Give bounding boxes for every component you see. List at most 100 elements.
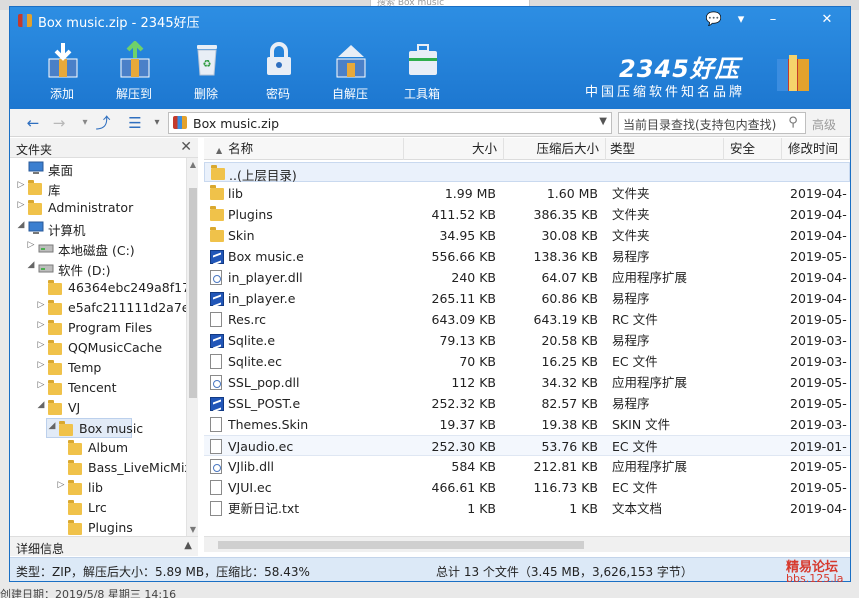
tree-item[interactable]: ▷ QQMusicCache	[36, 338, 180, 358]
column-header-1[interactable]: 大小	[404, 138, 504, 160]
password-button[interactable]: 密码	[250, 35, 306, 105]
cell-name: VJaudio.ec	[228, 439, 294, 454]
view-dropdown-icon[interactable]: ▾	[148, 114, 166, 132]
add-button[interactable]: 添加	[34, 35, 90, 105]
tree-expander-icon[interactable]: ◢	[26, 260, 36, 270]
tree-item[interactable]: ◢ 软件 (D:)	[26, 258, 180, 278]
tree-expander-icon[interactable]: ▷	[36, 340, 46, 350]
tree-item[interactable]: ▷ 本地磁盘 (C:)	[26, 238, 180, 258]
view-list-icon[interactable]: ☰	[126, 114, 144, 132]
tree-expander-icon[interactable]: ▷	[36, 300, 46, 310]
table-row[interactable]: VJaudio.ec 252.30 KB 53.76 KB EC 文件 2019-01-	[204, 435, 850, 456]
column-header-0[interactable]: ▲ 名称	[204, 138, 404, 160]
table-row[interactable]: SSL_POST.e 252.32 KB 82.57 KB 易程序 2019-05-	[204, 393, 850, 414]
table-row[interactable]: Themes.Skin 19.37 KB 19.38 KB SKIN 文件 2019-0…	[204, 414, 850, 435]
table-row[interactable]: Skin 34.95 KB 30.08 KB 文件夹 2019-04-	[204, 225, 850, 246]
scroll-up-icon[interactable]: ▲	[187, 160, 199, 169]
cell-type: EC 文件	[612, 480, 658, 495]
table-row[interactable]: lib 1.99 MB 1.60 MB 文件夹 2019-04-	[204, 183, 850, 204]
scrollbar-thumb[interactable]	[218, 541, 584, 549]
delete-button[interactable]: ♻ 删除	[178, 35, 234, 105]
tree-item[interactable]: ▷ 库	[16, 178, 180, 198]
search-input[interactable]: 当前目录查找(支持包内查找) ⚲	[618, 112, 806, 134]
column-header-4[interactable]: 安全	[724, 138, 782, 160]
extract-to-button[interactable]: 解压到	[106, 35, 162, 105]
column-header-3[interactable]: 类型	[606, 138, 724, 160]
list-hscrollbar[interactable]	[204, 536, 850, 552]
path-dropdown-icon[interactable]: ▼	[599, 116, 607, 127]
tree-expander-icon[interactable]: ▷	[56, 480, 66, 490]
column-header-5[interactable]: 修改时间	[782, 138, 850, 160]
tree-item[interactable]: Lrc	[56, 498, 180, 518]
advanced-search-link[interactable]: 高级	[812, 116, 836, 133]
column-header-2[interactable]: 压缩后大小	[504, 138, 606, 160]
dropdown-chevron-icon[interactable]: ▾	[76, 114, 94, 132]
scroll-down-icon[interactable]: ▼	[187, 525, 199, 534]
tree-item[interactable]: ▷ Temp	[36, 358, 180, 378]
table-row[interactable]: Res.rc 643.09 KB 643.19 KB RC 文件 2019-05-	[204, 309, 850, 330]
table-row[interactable]: SSL_pop.dll 112 KB 34.32 KB 应用程序扩展 2019-05-	[204, 372, 850, 393]
table-row[interactable]: Sqlite.ec 70 KB 16.25 KB EC 文件 2019-03-	[204, 351, 850, 372]
table-row[interactable]: in_player.e 265.11 KB 60.86 KB 易程序 2019-04-	[204, 288, 850, 309]
tree-item[interactable]: ◢ VJ	[36, 398, 180, 418]
table-row[interactable]: Box music.e 556.66 KB 138.36 KB 易程序 2019-05-	[204, 246, 850, 267]
column-label: 名称	[228, 141, 254, 156]
tree-item[interactable]: ▷ Tencent	[36, 378, 180, 398]
self-extract-button[interactable]: 自解压	[322, 35, 378, 105]
chevron-up-icon[interactable]: ▲	[184, 540, 192, 551]
cell-packed: 212.81 KB	[533, 459, 598, 474]
tree-expander-icon[interactable]: ▷	[36, 360, 46, 370]
toolbox-button[interactable]: 工具箱	[394, 35, 450, 105]
column-header: ▲ 名称 大小 压缩后大小 类型 安全 修改时间	[204, 138, 850, 160]
desktop-icon	[28, 161, 44, 175]
search-icon[interactable]: ⚲	[785, 115, 801, 131]
tree-item[interactable]: Bass_LiveMicMix	[56, 458, 186, 478]
cell-size: 70 KB	[459, 354, 496, 369]
up-folder-icon[interactable]: ⤴	[94, 114, 112, 132]
tree-scrollbar[interactable]: ▲ ▼	[186, 158, 198, 536]
tree-item[interactable]: ◢ 计算机	[16, 218, 180, 238]
tree-expander-icon[interactable]: ▷	[36, 320, 46, 330]
tree-item[interactable]: 桌面	[16, 158, 180, 178]
tree-item[interactable]: ◢ Box music	[46, 418, 143, 438]
window-title: Box music.zip - 2345好压	[38, 16, 200, 31]
scrollbar-thumb[interactable]	[189, 188, 197, 398]
path-field[interactable]: Box music.zip ▼	[168, 112, 612, 134]
table-row[interactable]: Sqlite.e 79.13 KB 20.58 KB 易程序 2019-03-	[204, 330, 850, 351]
tree-item[interactable]: 46364ebc249a8f177	[36, 278, 186, 298]
tree-expander-icon[interactable]: ◢	[16, 220, 26, 230]
tree-item[interactable]: ▷ e5afc211111d2a7e1	[36, 298, 186, 318]
title-bar[interactable]: Box music.zip - 2345好压 💬 ▾ – ✕	[10, 7, 850, 33]
table-row[interactable]: 更新日记.txt 1 KB 1 KB 文本文档 2019-04-	[204, 498, 850, 519]
table-row[interactable]: VJUI.ec 466.61 KB 116.73 KB EC 文件 2019-05-	[204, 477, 850, 498]
details-pane-header[interactable]: 详细信息 ▲	[10, 536, 198, 556]
forward-arrow-icon[interactable]: →	[50, 114, 68, 132]
menu-chevron-icon[interactable]: ▾	[730, 10, 752, 30]
folder-tree-pane: 文件夹 ✕ 桌面 ▷ 库 ▷ Administrator ◢ 计算机 ▷ 本地磁盘 (C:) ◢ 软…	[10, 138, 198, 556]
tree-expander-icon[interactable]: ◢	[36, 400, 46, 410]
folder-icon	[68, 460, 84, 475]
tree-expander-icon[interactable]: ▷	[16, 180, 26, 190]
table-row[interactable]: VJlib.dll 584 KB 212.81 KB 应用程序扩展 2019-05-	[204, 456, 850, 477]
close-icon[interactable]: ✕	[180, 139, 192, 155]
back-arrow-icon[interactable]: ←	[24, 114, 42, 132]
tree-item[interactable]: ▷ Program Files	[36, 318, 180, 338]
add-archive-icon	[48, 43, 78, 78]
tree-item[interactable]: ▷ lib	[56, 478, 180, 498]
tree-item[interactable]: Album	[56, 438, 180, 458]
tree-expander-icon[interactable]: ◢	[47, 421, 57, 431]
folder-icon	[48, 380, 64, 395]
table-row[interactable]: in_player.dll 240 KB 64.07 KB 应用程序扩展 2019-04…	[204, 267, 850, 288]
tree-item-label: Administrator	[48, 200, 134, 215]
close-button[interactable]: ✕	[816, 10, 838, 30]
cell-date: 2019-04-	[790, 186, 847, 201]
tree-expander-icon[interactable]: ▷	[26, 240, 36, 250]
tree-item[interactable]: Plugins	[56, 518, 180, 536]
tree-expander-icon[interactable]: ▷	[16, 200, 26, 210]
table-row[interactable]: Plugins 411.52 KB 386.35 KB 文件夹 2019-04-	[204, 204, 850, 225]
parent-directory-row[interactable]: ..(上层目录)	[204, 162, 850, 183]
tree-item[interactable]: ▷ Administrator	[16, 198, 180, 218]
tree-expander-icon[interactable]: ▷	[36, 380, 46, 390]
minimize-button[interactable]: –	[762, 10, 784, 30]
feedback-icon[interactable]: 💬	[703, 10, 725, 30]
